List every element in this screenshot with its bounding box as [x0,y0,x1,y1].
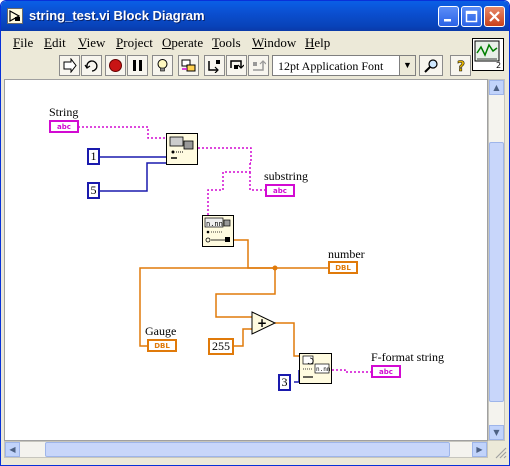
search-icon [423,59,438,73]
gauge-indicator-terminal[interactable]: DBL [147,339,177,352]
abort-icon [109,59,122,72]
wire-substring-c[interactable] [249,172,265,191]
svg-text:?: ? [457,59,465,73]
constant-255[interactable]: 255 [208,338,234,355]
close-icon [489,11,500,22]
number-indicator-terminal[interactable]: DBL [328,261,358,274]
wire-fformat[interactable] [332,369,371,373]
substring-indicator-terminal[interactable]: abc [265,184,295,197]
horizontal-scroll-thumb[interactable] [45,442,450,457]
title-bar[interactable]: string_test.vi Block Diagram [1,1,509,31]
vi-icon [7,8,23,24]
vertical-scroll-thumb[interactable] [489,142,504,402]
menu-operate[interactable]: Operate [162,35,203,51]
toolbar: 12pt Application Font ▼ ? [4,55,471,77]
gauge-label: Gauge [145,324,177,338]
step-over-icon [230,60,244,69]
scroll-right-icon[interactable]: ▶ [472,442,487,457]
menu-tools[interactable]: Tools [212,35,241,51]
highlight-execution-button[interactable] [152,55,173,76]
menu-bar: File Edit View Project Operate Tools Win… [4,32,466,54]
font-select[interactable]: 12pt Application Font ▼ [272,55,416,76]
format-into-string-icon: n.nn [302,355,331,378]
wire-add-x[interactable] [215,268,276,318]
vertical-scrollbar[interactable]: ▲ ▼ [488,79,505,441]
run-button[interactable] [59,55,80,76]
wire-substring-b[interactable] [207,163,251,215]
scroll-left-icon[interactable]: ◀ [5,442,20,457]
help-icon: ? [457,59,466,73]
fformat-indicator-terminal[interactable]: abc [371,365,401,378]
substring-label: substring [264,169,309,183]
run-continuously-icon [84,60,98,72]
resize-grip-icon[interactable] [493,445,507,459]
wire-layer [78,126,371,383]
step-into-button[interactable] [204,55,225,76]
string-subset-node[interactable] [166,133,198,165]
length-constant[interactable]: 5 [87,182,100,199]
scroll-down-icon[interactable]: ▼ [489,425,504,440]
fformat-label: F-format string [371,350,444,364]
maximize-icon [465,10,478,23]
pause-icon [133,60,142,71]
search-button[interactable] [419,55,443,76]
maximize-button[interactable] [461,6,482,27]
scan-node-text: n.nn [206,220,223,228]
wire-number[interactable] [234,239,328,269]
offset-constant[interactable]: 1 [87,148,100,165]
number-label: number [328,247,365,261]
pause-button[interactable] [127,55,148,76]
font-select-value: 12pt Application Font [278,59,384,73]
menu-help[interactable]: Help [305,35,330,51]
context-help-button[interactable]: ? [450,55,471,76]
retain-wire-values-icon [181,59,196,72]
string-subset-icon [169,136,194,159]
scroll-up-icon[interactable]: ▲ [489,80,504,95]
run-continuously-button[interactable] [81,55,102,76]
step-out-icon [253,60,266,71]
menu-file[interactable]: File [13,35,33,51]
add-operator-text: + [257,316,267,330]
format-node-text: n.nn [316,366,331,373]
step-into-icon [208,60,220,73]
step-out-button[interactable] [248,55,269,76]
minimize-button[interactable] [438,6,459,27]
precision-constant[interactable]: 3 [278,374,291,391]
wire-add-out[interactable] [275,322,299,357]
chevron-down-icon: ▼ [399,56,415,75]
window-title: string_test.vi Block Diagram [29,8,205,23]
wire-length[interactable] [100,162,166,192]
menu-edit[interactable]: Edit [44,35,66,51]
run-arrow-icon [63,58,77,73]
connector-pane-icon[interactable]: 2 [472,38,504,71]
scan-from-string-node[interactable]: n.nn [202,215,234,247]
step-over-button[interactable] [226,55,247,76]
wire-substring-a[interactable] [198,147,252,164]
block-diagram-window: string_test.vi Block Diagram File Edit V… [0,0,510,466]
highlight-execution-icon [157,59,168,72]
menu-window[interactable]: Window [252,35,296,51]
close-button[interactable] [484,6,505,27]
abort-button[interactable] [105,55,126,76]
add-icon: + [251,311,277,335]
block-diagram-canvas[interactable]: String abc 1 5 substring abc n.nn number… [4,79,488,441]
format-into-string-node[interactable]: n.nn [299,353,332,384]
retain-wire-values-button[interactable] [178,55,199,76]
menu-project[interactable]: Project [116,35,153,51]
wire-string-in[interactable] [78,126,166,139]
string-control-terminal[interactable]: abc [49,120,79,133]
add-node[interactable]: + [251,311,277,335]
minimize-icon [444,19,451,22]
scan-from-string-icon: n.nn [204,217,231,243]
horizontal-scrollbar[interactable]: ◀ ▶ [4,441,488,458]
connector-pane-label: 2 [496,61,501,70]
string-label: String [49,105,79,119]
menu-view[interactable]: View [78,35,105,51]
